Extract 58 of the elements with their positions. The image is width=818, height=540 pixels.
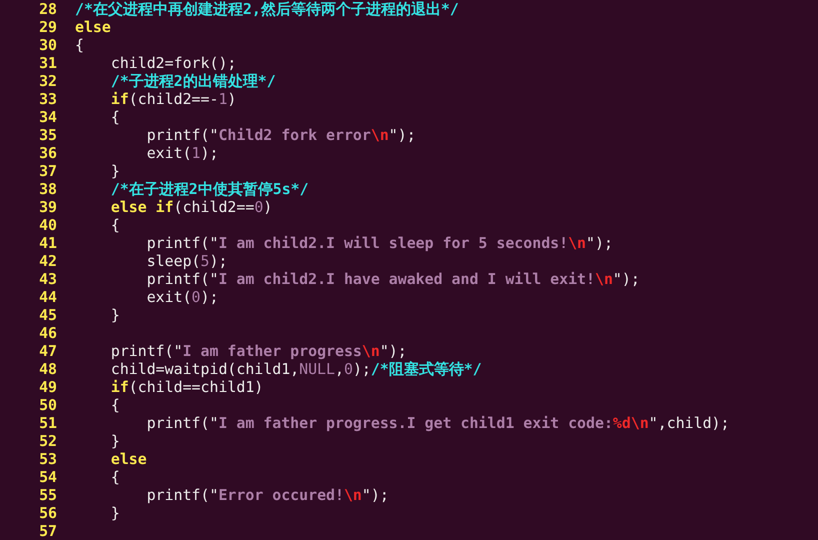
- line-number: 29: [38, 18, 57, 36]
- line-number: 47: [38, 342, 57, 360]
- line-number: 52: [38, 432, 57, 450]
- line-number: 51: [38, 414, 57, 432]
- code-line: {: [110, 108, 120, 126]
- line-number: 50: [38, 396, 57, 414]
- code-line: /*在子进程2中使其暂停5s*/: [110, 180, 309, 198]
- line-number: 35: [38, 126, 57, 144]
- code-line: else: [75, 18, 111, 36]
- line-number: 54: [38, 468, 57, 486]
- line-number: 32: [38, 72, 57, 90]
- line-number: 57: [38, 522, 57, 540]
- line-number: 46: [38, 324, 57, 342]
- code-line: else if(child2==0): [110, 198, 272, 216]
- line-number: 30: [38, 36, 57, 54]
- line-number: 33: [38, 90, 57, 108]
- line-number: 53: [38, 450, 57, 468]
- code-line: sleep(5);: [146, 252, 228, 270]
- code-line: {: [110, 216, 120, 234]
- line-number: 48: [38, 360, 57, 378]
- line-number: 39: [38, 198, 57, 216]
- line-number: 45: [38, 306, 57, 324]
- line-number: 41: [38, 234, 57, 252]
- line-number: 36: [38, 144, 57, 162]
- code-line: printf("Child2 fork error\n");: [146, 126, 416, 144]
- code-line: printf("I am child2.I will sleep for 5 seconds!\n");: [146, 234, 613, 252]
- code-line: }: [110, 432, 120, 450]
- code-line: if(child==child1): [110, 378, 264, 396]
- code-line: {: [75, 36, 84, 54]
- line-number: 31: [38, 54, 57, 72]
- code-line: {: [110, 396, 120, 414]
- code-line: printf("Error occured!\n");: [146, 486, 389, 504]
- code-line: }: [110, 162, 120, 180]
- code-line: }: [110, 306, 120, 324]
- line-number: 49: [38, 378, 57, 396]
- line-number: 38: [38, 180, 57, 198]
- code-line: printf("I am father progress\n");: [110, 342, 407, 360]
- code-line: }: [110, 504, 120, 522]
- line-number: 37: [38, 162, 57, 180]
- line-number: 44: [38, 288, 57, 306]
- line-number: 55: [38, 486, 57, 504]
- code-line: exit(0);: [146, 288, 218, 306]
- line-number: 43: [38, 270, 57, 288]
- line-number: 40: [38, 216, 57, 234]
- code-line: printf("I am child2.I have awaked and I will exit!\n");: [146, 270, 640, 288]
- line-number: 34: [38, 108, 57, 126]
- code-line: else: [110, 450, 147, 468]
- code-line: exit(1);: [146, 144, 218, 162]
- line-number: 42: [38, 252, 57, 270]
- code-line: printf("I am father progress.I get child1 exit code:%d\n",child);: [146, 414, 730, 432]
- line-number: 56: [38, 504, 57, 522]
- code-line: /*子进程2的出错处理*/: [110, 72, 276, 90]
- code-line: child2=fork();: [110, 54, 236, 72]
- code-line: if(child2==-1): [110, 90, 236, 108]
- line-number: 28: [38, 0, 57, 18]
- code-line: /*在父进程中再创建进程2,然后等待两个子进程的退出*/: [75, 0, 459, 18]
- code-line: child=waitpid(child1,NULL,0);/*阻塞式等待*/: [110, 360, 482, 378]
- code-line: {: [110, 468, 120, 486]
